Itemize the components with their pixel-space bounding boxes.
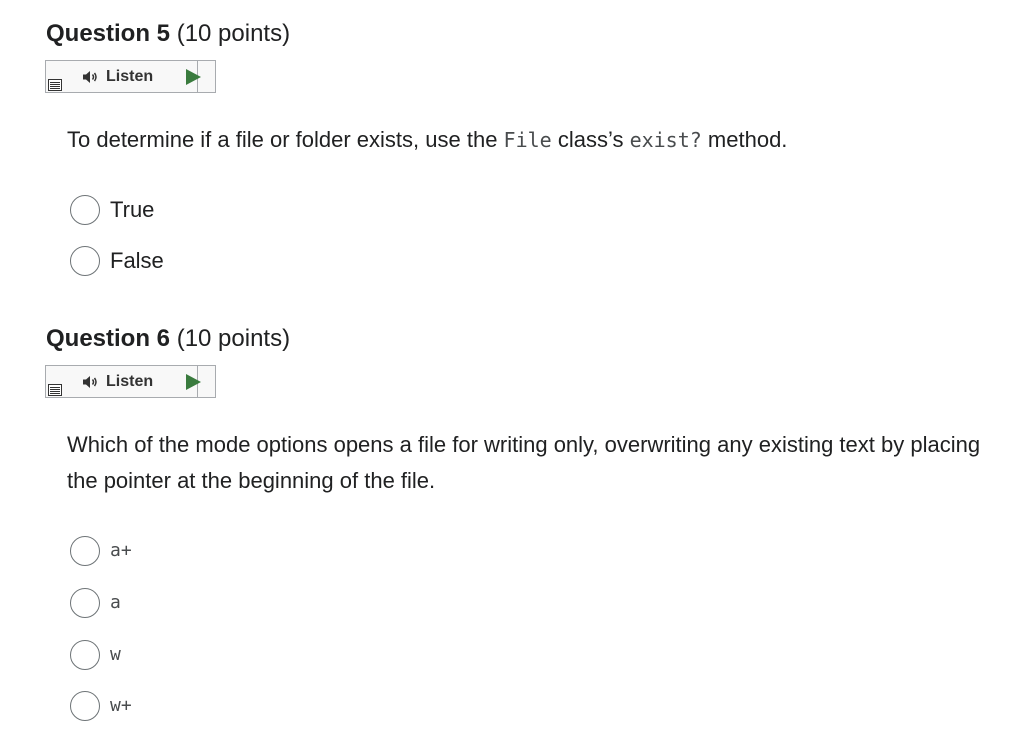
radio-button[interactable] xyxy=(70,195,100,225)
listen-label: Listen xyxy=(106,373,154,390)
listen-label: Listen xyxy=(106,68,154,85)
play-icon[interactable] xyxy=(186,374,201,390)
speaker-icon xyxy=(83,71,97,83)
prompt-text: class’s xyxy=(551,127,630,152)
option-label: a+ xyxy=(110,540,132,561)
menu-icon[interactable] xyxy=(48,79,62,91)
listen-button[interactable]: Listen xyxy=(76,61,198,92)
prompt-text: To determine if a file or folder exists,… xyxy=(67,127,504,152)
option-label: w xyxy=(110,644,121,665)
play-icon[interactable] xyxy=(186,69,201,85)
radio-button[interactable] xyxy=(70,640,100,670)
radio-button[interactable] xyxy=(70,536,100,566)
listen-toolbar: Listen xyxy=(45,60,216,93)
radio-button[interactable] xyxy=(70,691,100,721)
prompt-text: method. xyxy=(701,127,788,152)
option-label: w+ xyxy=(110,695,132,716)
option-label: a xyxy=(110,592,121,613)
question-prompt: Which of the mode options opens a file f… xyxy=(67,432,981,493)
radio-button[interactable] xyxy=(70,246,100,276)
option-label: True xyxy=(110,197,155,222)
code-file: File xyxy=(503,128,552,152)
question-number: Question 6 xyxy=(46,325,171,352)
code-exist: exist? xyxy=(629,128,702,152)
question-prompt: To determine if a file or folder exists,… xyxy=(67,122,1007,158)
radio-button[interactable] xyxy=(70,588,100,618)
question-number: Question 5 xyxy=(46,20,171,47)
question-points: (10 points) xyxy=(176,20,291,47)
listen-button[interactable]: Listen xyxy=(76,366,198,397)
question-title: Question 5 (10 points) xyxy=(46,18,290,50)
menu-icon[interactable] xyxy=(48,384,62,396)
option-label: False xyxy=(110,248,164,273)
question-title: Question 6 (10 points) xyxy=(46,323,290,355)
speaker-icon xyxy=(83,376,97,388)
question-points: (10 points) xyxy=(176,325,291,352)
listen-toolbar: Listen xyxy=(45,365,216,398)
